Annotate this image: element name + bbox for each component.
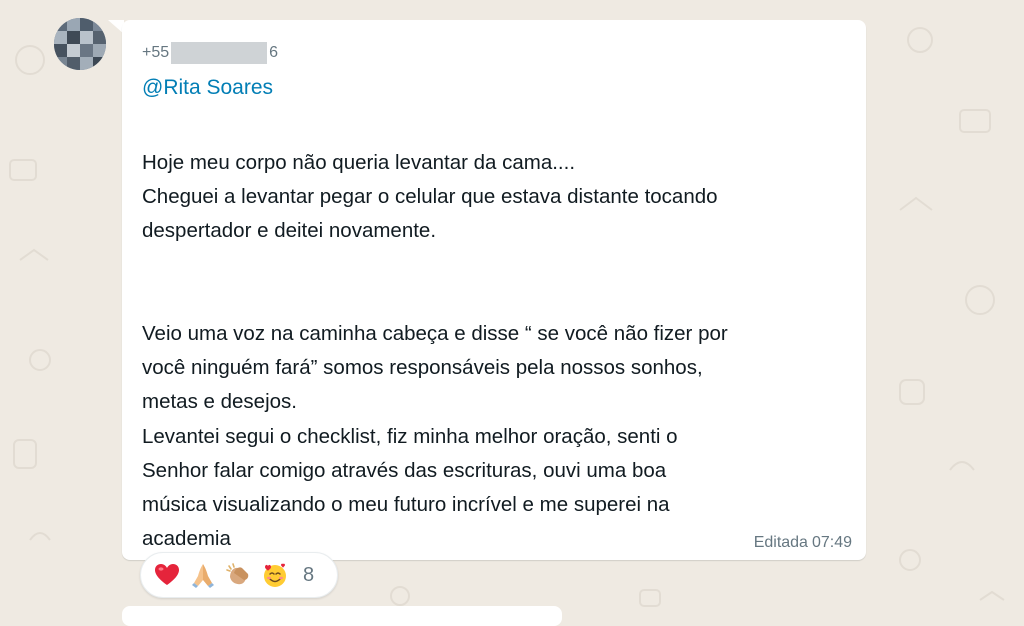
sender-phone-suffix: 6 [269, 44, 279, 61]
message-line: metas e desejos. [142, 390, 297, 414]
red-heart-icon [151, 559, 183, 591]
mention-link[interactable]: @Rita Soares [142, 76, 273, 100]
sender-phone[interactable]: +55 6 [142, 42, 278, 64]
message-line [142, 249, 852, 283]
reactions-bar[interactable]: 8 [140, 552, 338, 598]
message-line: Levantei segui o checklist, fiz minha me… [142, 424, 678, 448]
message-meta: Editada 07:49 [754, 534, 852, 552]
message-line: Cheguei a levantar pegar o celular que e… [142, 185, 718, 209]
message-line: música visualizando o meu futuro incríve… [142, 492, 670, 516]
message-line [142, 283, 852, 317]
clapping-hands-icon [223, 559, 255, 591]
message-line: Veio uma voz na caminha cabeça e disse “… [142, 321, 728, 345]
avatar-pixelated-image [54, 18, 106, 70]
message-line: Hoje meu corpo não queria levantar da ca… [142, 151, 576, 174]
sender-avatar[interactable] [54, 18, 106, 70]
message-time: 07:49 [811, 534, 852, 551]
phone-redaction [171, 42, 268, 64]
folded-hands-icon [187, 559, 219, 591]
message-line: despertador e deitei novamente. [142, 219, 437, 243]
sender-phone-prefix: +55 [142, 44, 170, 61]
smiling-face-with-hearts-icon [259, 559, 291, 591]
message-line: Senhor falar comigo através das escritur… [142, 458, 667, 482]
message-bubble[interactable]: +55 6 @Rita Soares Hoje meu corpo não qu… [122, 20, 866, 560]
message-line: você ninguém fará” somos responsáveis pe… [142, 356, 703, 380]
next-message-bubble[interactable] [122, 606, 562, 626]
edited-label: Editada [753, 534, 808, 551]
reaction-count: 8 [303, 563, 315, 586]
message-text: Hoje meu corpo não queria levantar da ca… [142, 146, 852, 556]
